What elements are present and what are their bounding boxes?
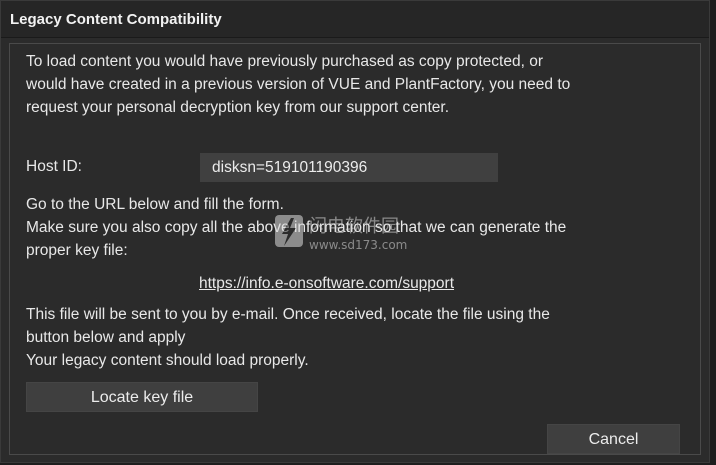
instruction-line-3: proper key file:: [26, 242, 128, 259]
after-line-2: button below and apply: [26, 329, 186, 346]
support-url-link[interactable]: https://info.e-onsoftware.com/support: [199, 273, 454, 295]
legacy-content-dialog: Legacy Content Compatibility To load con…: [0, 0, 710, 463]
after-line-1: This file will be sent to you by e-mail.…: [26, 306, 550, 323]
intro-line-2: would have created in a previous version…: [26, 76, 571, 93]
intro-line-1: To load content you would have previousl…: [26, 53, 543, 70]
host-id-label: Host ID:: [26, 158, 82, 175]
host-id-field[interactable]: disksn=519101190396: [200, 153, 498, 182]
after-line-3: Your legacy content should load properly…: [26, 352, 309, 369]
dialog-titlebar: Legacy Content Compatibility: [1, 1, 709, 38]
locate-key-file-button[interactable]: Locate key file: [26, 382, 258, 412]
instruction-line-2: Make sure you also copy all the above in…: [26, 219, 567, 236]
intro-line-3: request your personal decryption key fro…: [26, 99, 450, 116]
instruction-line-1: Go to the URL below and fill the form.: [26, 196, 284, 213]
cancel-button[interactable]: Cancel: [547, 424, 680, 454]
dialog-title: Legacy Content Compatibility: [10, 11, 222, 28]
